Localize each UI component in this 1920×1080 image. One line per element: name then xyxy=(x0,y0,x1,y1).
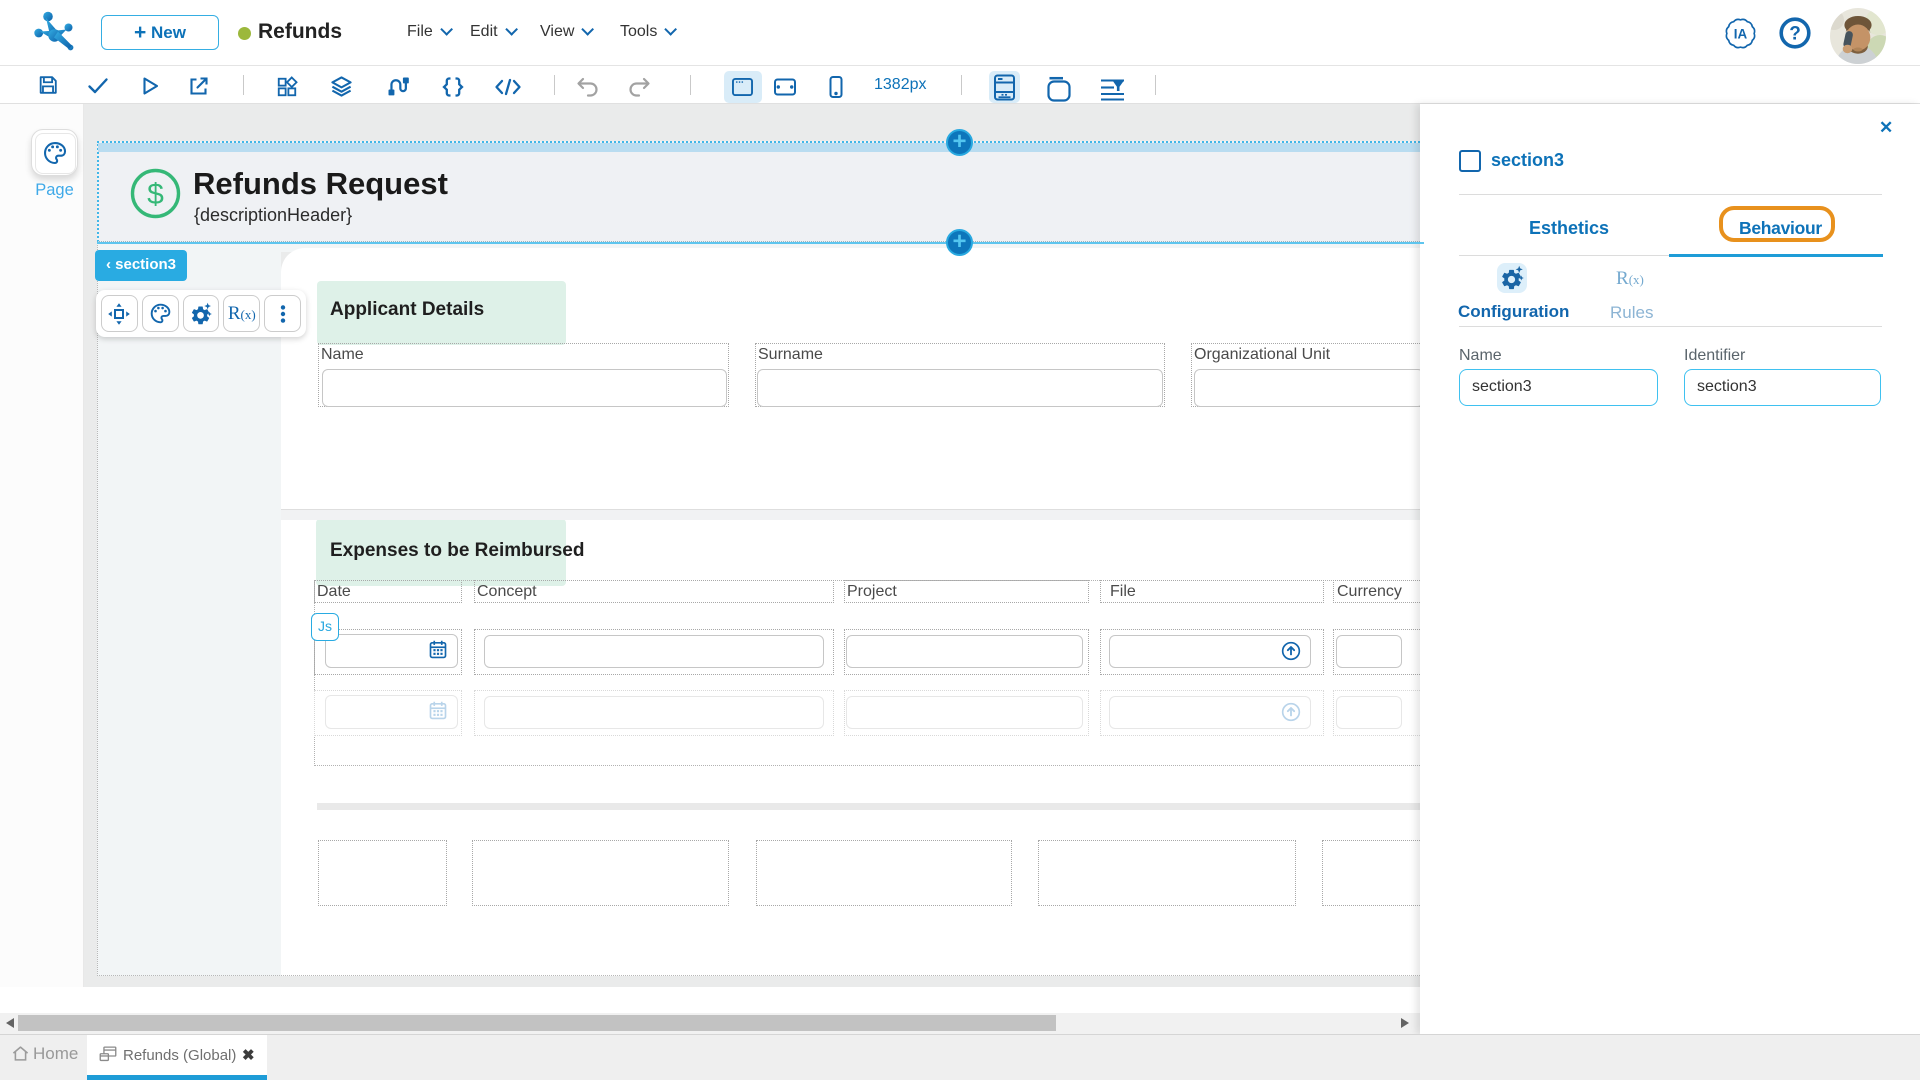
svg-text:$: $ xyxy=(147,178,164,211)
svg-text:?: ? xyxy=(1789,24,1801,45)
svg-text:IA: IA xyxy=(1734,27,1748,42)
